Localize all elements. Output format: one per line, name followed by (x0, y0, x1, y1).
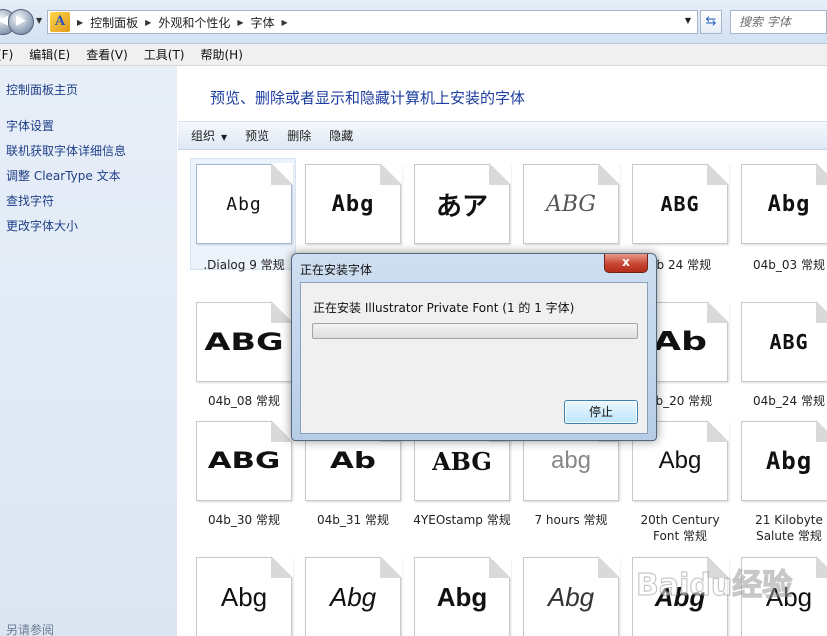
font-tile[interactable]: Abg (741, 163, 827, 244)
font-sample: Abg (767, 191, 811, 217)
sidebar-item-get-font-info[interactable]: 联机获取字体详细信息 (6, 142, 126, 167)
font-tile[interactable]: ABG (523, 163, 620, 244)
font-tile[interactable]: Abg (414, 556, 511, 636)
font-label: 21 Kilobyte Salute 常规 (755, 513, 823, 543)
menu-help[interactable]: 帮助(H) (201, 46, 243, 63)
font-label: 04b_24 常规 (753, 394, 825, 408)
font-sample: Abg (765, 447, 813, 475)
chevron-right-icon[interactable]: ▶ (145, 18, 151, 27)
font-sample: Abg (547, 581, 595, 612)
menu-edit[interactable]: 编辑(E) (29, 46, 70, 63)
font-tile[interactable]: Abg (196, 556, 293, 636)
toolbar: 组织 ▼ 预览 删除 隐藏 (178, 121, 827, 150)
menu-view[interactable]: 查看(V) (86, 46, 128, 63)
sidebar-links: 字体设置 联机获取字体详细信息 调整 ClearType 文本 查找字符 更改字… (6, 117, 126, 242)
watermark-text: Baidu经验 (636, 568, 792, 603)
search-input[interactable] (731, 11, 826, 33)
chevron-right-icon[interactable]: ▶ (237, 18, 243, 27)
font-tile[interactable]: Abg (305, 556, 402, 636)
address-dropdown-icon[interactable]: ▼ (685, 16, 691, 25)
font-tile[interactable]: ABG (741, 301, 827, 382)
font-tile[interactable]: Abg (523, 556, 620, 636)
font-sample: ABG (545, 191, 597, 217)
forward-button[interactable]: ▶ (8, 9, 34, 35)
dialog-body: 正在安装 Illustrator Private Font (1 的 1 字体)… (300, 282, 648, 434)
forward-arrow-icon: ▶ (16, 13, 26, 28)
baidu-watermark: Baidu经验 (635, 563, 816, 603)
install-progress-bar (312, 323, 638, 339)
font-tile[interactable]: あア (414, 163, 511, 244)
address-bar: ◀ ▶ ▼ A ▶ 控制面板 ▶ 外观和个性化 ▶ 字体 ▶ ▼ ⇆ (0, 0, 827, 44)
sidebar-item-cleartype[interactable]: 调整 ClearType 文本 (6, 167, 126, 192)
font-label: .Dialog 9 常规 (203, 258, 285, 272)
breadcrumb-appearance[interactable]: 外观和个性化 (158, 14, 230, 31)
stop-button[interactable]: 停止 (564, 400, 638, 424)
installing-fonts-dialog: 正在安装字体 x 正在安装 Illustrator Private Font (… (291, 253, 657, 441)
refresh-button[interactable]: ⇆ (700, 10, 722, 34)
page-title: 预览、删除或者显示和隐藏计算机上安装的字体 (210, 89, 526, 107)
baidu-logo-icon: Baidu经验 (635, 567, 792, 603)
preview-button[interactable]: 预览 (245, 127, 269, 144)
close-icon: x (622, 255, 630, 269)
font-label: 7 hours 常规 (534, 513, 608, 527)
dialog-title: 正在安装字体 (300, 263, 373, 277)
font-tile[interactable]: ABG (196, 420, 293, 501)
close-button[interactable]: x (604, 254, 648, 273)
sidebar-see-also: 另请参阅 (6, 623, 55, 636)
menu-file[interactable]: (F) (0, 48, 13, 62)
sidebar-item-find-character[interactable]: 查找字符 (6, 192, 126, 217)
chevron-right-icon[interactable]: ▶ (282, 18, 288, 27)
refresh-icon: ⇆ (705, 14, 717, 29)
font-label: 04b_08 常规 (208, 394, 280, 408)
font-label: 4YEOstamp 常规 (413, 513, 511, 527)
menu-tools[interactable]: 工具(T) (144, 46, 185, 63)
font-label: 04b_30 常规 (208, 513, 280, 527)
sidebar-home-link[interactable]: 控制面板主页 (6, 81, 78, 98)
font-sample: Abg (329, 581, 377, 612)
sidebar-item-change-font-size[interactable]: 更改字体大小 (6, 217, 126, 242)
font-sample: あア (435, 191, 488, 222)
font-sample: ABG (660, 192, 700, 216)
menu-bar: (F) 编辑(E) 查看(V) 工具(T) 帮助(H) (0, 44, 827, 66)
font-label: 20th Century Font 常规 (640, 513, 720, 543)
organize-button[interactable]: 组织 ▼ (191, 127, 227, 144)
search-box[interactable] (730, 10, 827, 34)
hide-button[interactable]: 隐藏 (329, 127, 353, 144)
font-sample: Abg (436, 581, 488, 612)
font-label: 04b_03 常规 (753, 258, 825, 272)
font-tile[interactable]: Abg (305, 163, 402, 244)
font-tile[interactable]: ABG (632, 163, 729, 244)
breadcrumb-control-panel[interactable]: 控制面板 (90, 14, 138, 31)
font-label: 04b_31 常规 (317, 513, 389, 527)
font-tile[interactable]: Abg (196, 163, 293, 244)
delete-button[interactable]: 删除 (287, 127, 311, 144)
install-status-text: 正在安装 Illustrator Private Font (1 的 1 字体) (313, 301, 575, 315)
font-tile[interactable]: Abg (741, 420, 827, 501)
font-sample: Abg (226, 193, 262, 215)
font-sample: ABG (769, 330, 809, 354)
sidebar-item-font-settings[interactable]: 字体设置 (6, 117, 126, 142)
caret-down-icon: ▼ (221, 133, 228, 142)
fonts-folder-icon: A (50, 12, 70, 32)
back-arrow-icon: ◀ (0, 13, 8, 28)
chevron-right-icon[interactable]: ▶ (77, 18, 83, 27)
font-sample: Abg (220, 581, 268, 612)
sidebar: 控制面板主页 字体设置 联机获取字体详细信息 调整 ClearType 文本 查… (0, 66, 177, 636)
breadcrumb-fonts[interactable]: 字体 (251, 14, 275, 31)
organize-label: 组织 (191, 129, 216, 143)
font-tile[interactable]: ABG (196, 301, 293, 382)
history-dropdown-icon[interactable]: ▼ (36, 16, 42, 25)
font-sample: Abg (331, 191, 375, 217)
breadcrumb[interactable]: A ▶ 控制面板 ▶ 外观和个性化 ▶ 字体 ▶ ▼ (47, 10, 698, 34)
